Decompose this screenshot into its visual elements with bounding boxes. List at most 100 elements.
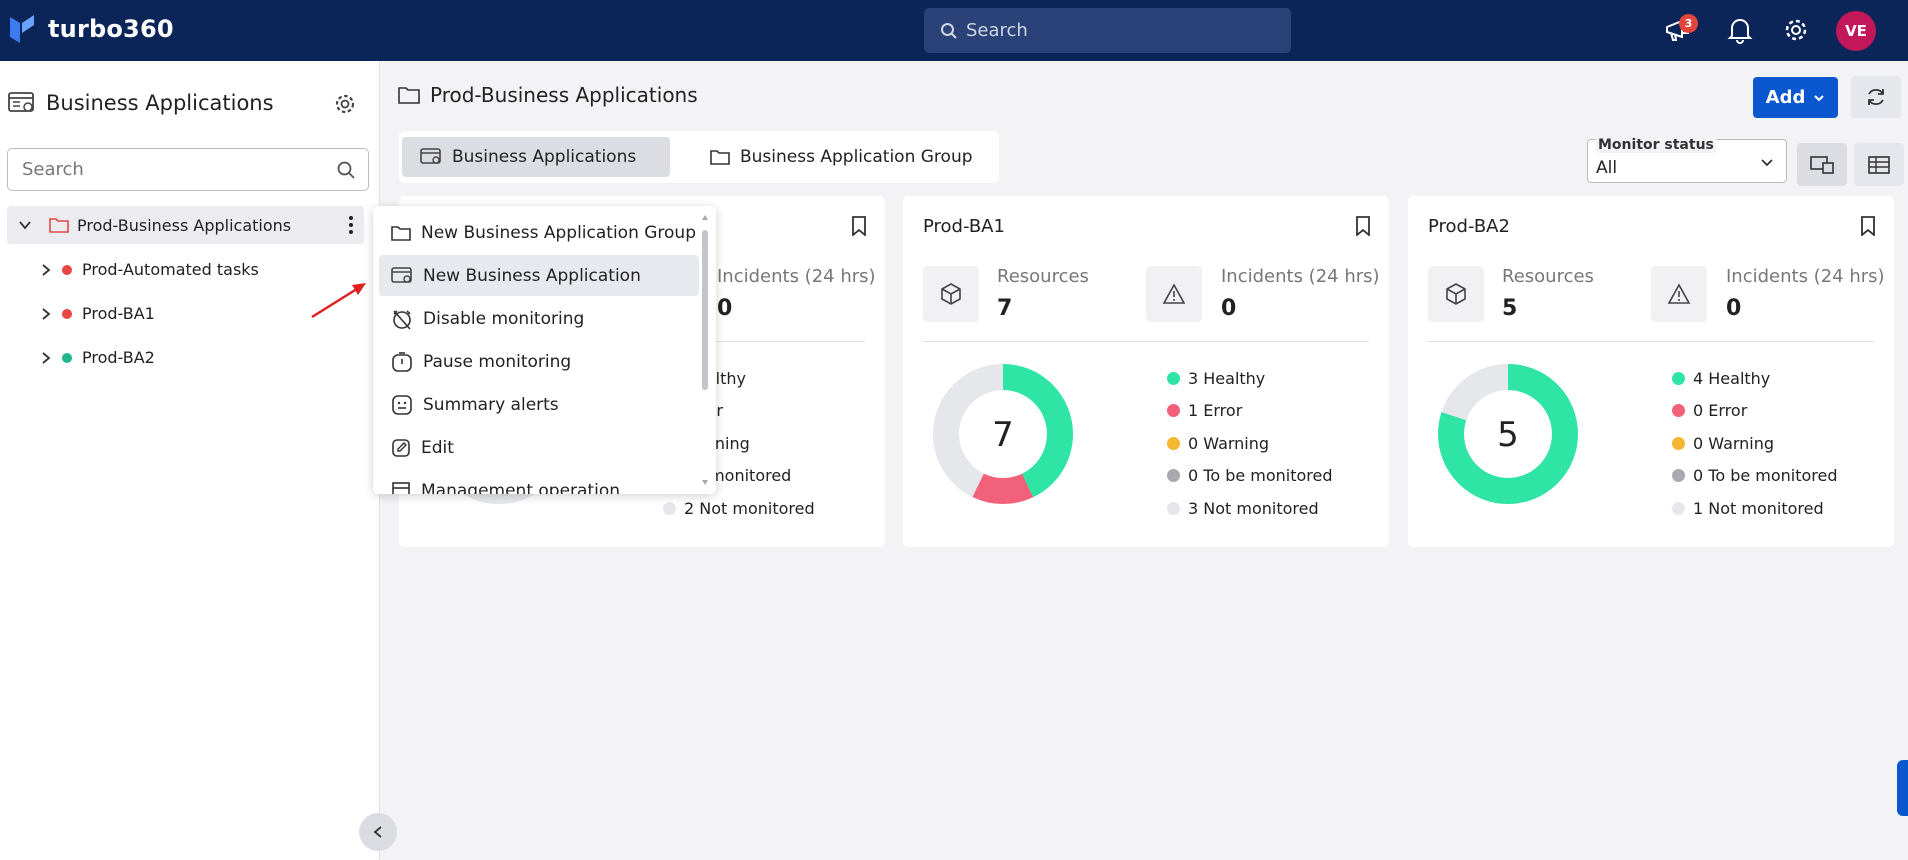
brand-logo[interactable]: turbo360 — [8, 13, 174, 45]
warning-icon — [1667, 283, 1691, 304]
management-operation-icon — [392, 481, 410, 494]
sidebar-title: Business Applications — [46, 91, 274, 115]
menu-item-pause-monitoring[interactable]: Pause monitoring — [379, 341, 699, 382]
legend-label: 0 Error — [1693, 401, 1748, 421]
monitor-status-select[interactable]: Monitor status All — [1587, 137, 1787, 183]
sidebar-search-placeholder: Search — [22, 159, 84, 180]
context-menu: New Business Application Group New Busin… — [373, 206, 716, 494]
legend-label: 2 Not monitored — [684, 498, 815, 518]
legend-dot — [1167, 436, 1180, 450]
chevron-right-icon[interactable] — [40, 351, 52, 365]
sidebar: Business Applications Search Prod-Busine… — [0, 61, 380, 860]
legend-item: 2 Not monitored — [663, 492, 815, 525]
brand-name: turbo360 — [48, 15, 174, 43]
incidents-label: Incidents (24 hrs) — [1221, 266, 1380, 287]
table-view-button[interactable] — [1854, 143, 1904, 186]
legend-dot — [1167, 469, 1180, 483]
legend-dot — [1672, 371, 1685, 385]
tree-item-prod-ba2[interactable]: Prod-BA2 — [40, 348, 155, 367]
collapse-sidebar-button[interactable] — [359, 813, 397, 851]
tab-business-application-group[interactable]: Business Application Group — [692, 137, 991, 177]
folder-icon — [398, 87, 420, 104]
menu-item-disable-monitoring[interactable]: Disable monitoring — [379, 298, 699, 339]
summary-alerts-icon — [392, 394, 412, 415]
menu-item-label: Summary alerts — [423, 394, 559, 415]
resources-icon-box — [1428, 266, 1484, 322]
status-dot — [62, 308, 72, 319]
menu-item-management-operation[interactable]: Management operation — [379, 470, 699, 494]
scroll-up-icon[interactable] — [701, 214, 709, 222]
menu-item-label: Pause monitoring — [423, 351, 572, 372]
menu-item-new-business-application-group[interactable]: New Business Application Group — [379, 212, 699, 253]
resources-value: 5 — [1502, 296, 1518, 321]
annotation-arrow-icon — [311, 283, 366, 319]
tree-item-label: Prod-BA2 — [82, 348, 155, 367]
legend-item: 0 Warning — [1167, 427, 1333, 460]
sidebar-search-input[interactable]: Search — [7, 148, 369, 191]
tree-item-root[interactable]: Prod-Business Applications — [7, 206, 364, 244]
cube-icon — [1446, 283, 1466, 305]
status-legend: 3 Healthy 1 Error 0 Warning 0 To be monitor… — [1167, 362, 1333, 525]
legend-dot — [1672, 469, 1685, 483]
business-application-card[interactable]: Prod-BA2 Resources 5 Incidents (24 hrs) … — [1408, 196, 1894, 547]
incidents-label: Incidents (24 hrs) — [717, 266, 876, 287]
menu-scrollbar[interactable] — [701, 214, 709, 486]
resources-label: Resources — [997, 266, 1089, 287]
global-search-input[interactable]: Search — [924, 8, 1291, 53]
gear-icon[interactable] — [1782, 16, 1810, 44]
more-vertical-icon[interactable] — [348, 215, 354, 235]
sidebar-settings-gear-icon[interactable] — [333, 92, 357, 116]
scroll-down-icon[interactable] — [701, 478, 709, 486]
business-application-icon — [420, 148, 441, 164]
status-dot — [62, 264, 72, 275]
legend-dot — [1672, 501, 1685, 515]
folder-icon — [49, 218, 69, 233]
incidents-value: 0 — [717, 296, 733, 321]
legend-item: 3 Not monitored — [1167, 492, 1333, 525]
legend-label: 0 To be monitored — [1188, 466, 1333, 486]
tab-business-applications[interactable]: Business Applications — [402, 137, 670, 177]
alarm-off-icon — [393, 309, 411, 330]
notification-count-badge: 3 — [1679, 14, 1698, 33]
menu-item-label: New Business Application — [423, 265, 641, 286]
monitor-status-label: Monitor status — [1596, 137, 1716, 153]
refresh-button[interactable] — [1851, 76, 1901, 118]
menu-item-edit[interactable]: Edit — [379, 427, 699, 468]
chevron-right-icon[interactable] — [40, 263, 52, 277]
menu-item-label: Disable monitoring — [423, 308, 585, 329]
business-application-card[interactable]: Prod-BA1 Resources 7 Incidents (24 hrs) … — [903, 196, 1389, 547]
tree-item-prod-ba1[interactable]: Prod-BA1 — [40, 304, 155, 323]
bookmark-icon[interactable] — [1355, 216, 1371, 236]
legend-dot — [1672, 404, 1685, 418]
card-view-button[interactable] — [1797, 143, 1847, 186]
page-title: Prod-Business Applications — [398, 83, 698, 107]
tree-item-prod-automated-tasks[interactable]: Prod-Automated tasks — [40, 260, 259, 279]
chevron-down-icon — [1761, 159, 1773, 167]
bell-icon[interactable] — [1727, 16, 1753, 44]
chevron-left-icon — [373, 826, 382, 838]
menu-scrollbar-thumb[interactable] — [702, 230, 708, 390]
add-button[interactable]: Add — [1753, 77, 1838, 118]
bookmark-icon[interactable] — [851, 216, 867, 236]
global-search-placeholder: Search — [966, 20, 1028, 41]
chevron-right-icon[interactable] — [40, 307, 52, 321]
status-legend: 4 Healthy 0 Error 0 Warning 0 To be monitor… — [1672, 362, 1838, 525]
legend-label: 0 Warning — [1693, 433, 1775, 453]
legend-dot — [1167, 371, 1180, 385]
incidents-value: 0 — [1726, 296, 1742, 321]
menu-item-label: Management operation — [421, 480, 621, 495]
menu-item-new-business-application[interactable]: New Business Application — [379, 255, 699, 296]
chevron-down-icon[interactable] — [17, 217, 33, 233]
side-panel-tab[interactable] — [1897, 760, 1908, 816]
timer-icon — [392, 351, 412, 372]
table-view-icon — [1868, 155, 1890, 174]
business-application-icon — [8, 92, 34, 112]
resources-icon-box — [923, 266, 979, 322]
bookmark-icon[interactable] — [1860, 216, 1876, 236]
legend-dot — [663, 501, 676, 515]
incidents-icon-box — [1651, 266, 1707, 322]
menu-item-label: New Business Application Group — [421, 222, 696, 243]
user-avatar[interactable]: VE — [1836, 11, 1876, 51]
card-divider — [923, 341, 1369, 342]
menu-item-summary-alerts[interactable]: Summary alerts — [379, 384, 699, 425]
